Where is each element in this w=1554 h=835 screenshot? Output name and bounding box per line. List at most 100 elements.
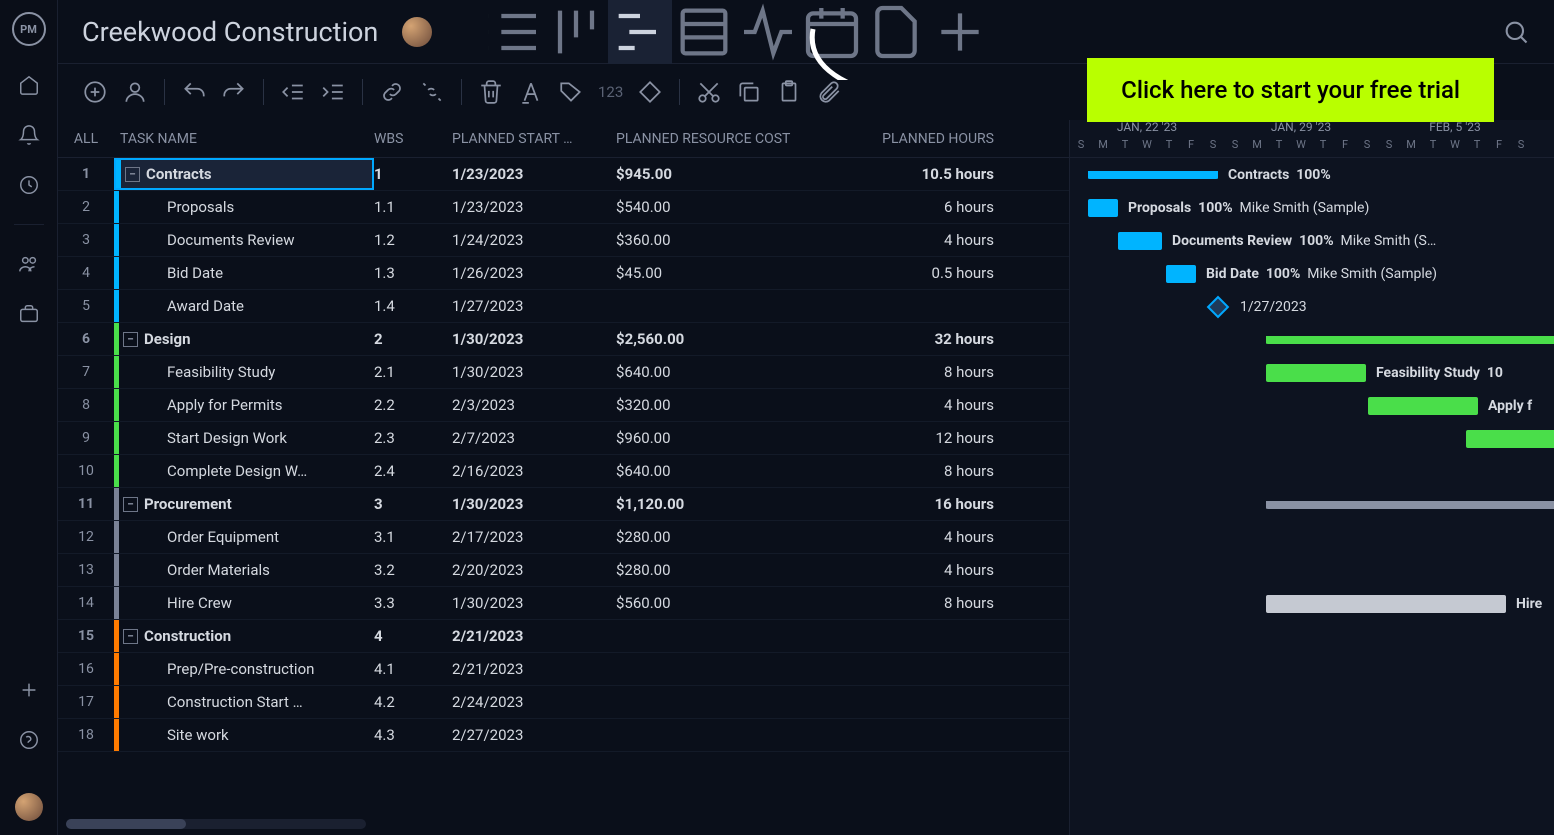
home-icon[interactable] — [18, 74, 40, 96]
view-gantt-icon[interactable] — [608, 0, 672, 64]
gantt-row[interactable] — [1070, 455, 1554, 488]
task-name: Design — [144, 330, 191, 348]
redo-icon[interactable] — [221, 79, 247, 105]
milestone-icon[interactable] — [1207, 295, 1230, 318]
collapse-icon[interactable]: − — [125, 167, 140, 182]
gantt-row[interactable]: 1/27/2023 — [1070, 290, 1554, 323]
user-avatar[interactable] — [15, 793, 43, 821]
gantt-row[interactable] — [1070, 719, 1554, 752]
people-icon[interactable] — [18, 253, 40, 275]
gantt-row[interactable]: Apply f — [1070, 389, 1554, 422]
gantt-row[interactable] — [1070, 422, 1554, 455]
horizontal-scrollbar[interactable] — [66, 819, 366, 829]
gantt-bar[interactable] — [1166, 265, 1196, 283]
table-row[interactable]: 4 Bid Date 1.3 1/26/2023 $45.00 0.5 hour… — [58, 257, 1069, 290]
col-hours[interactable]: PLANNED HOURS — [852, 131, 1012, 147]
logo[interactable]: PM — [12, 12, 46, 46]
table-row[interactable]: 3 Documents Review 1.2 1/24/2023 $360.00… — [58, 224, 1069, 257]
gantt-row[interactable] — [1070, 488, 1554, 521]
gantt-bar[interactable] — [1368, 397, 1478, 415]
view-activity-icon[interactable] — [736, 0, 800, 64]
gantt-row[interactable]: Feasibility Study 10 — [1070, 356, 1554, 389]
add-circle-icon[interactable] — [82, 79, 108, 105]
table-row[interactable]: 10 Complete Design W… 2.4 2/16/2023 $640… — [58, 455, 1069, 488]
collapse-icon[interactable]: − — [123, 497, 138, 512]
task-grid: ALL TASK NAME WBS PLANNED START … PLANNE… — [58, 120, 1070, 835]
help-icon[interactable] — [18, 729, 40, 751]
briefcase-icon[interactable] — [18, 303, 40, 325]
table-row[interactable]: 15 − Construction 4 2/21/2023 — [58, 620, 1069, 653]
table-row[interactable]: 12 Order Equipment 3.1 2/17/2023 $280.00… — [58, 521, 1069, 554]
gantt-bar[interactable] — [1118, 232, 1162, 250]
gantt-row[interactable]: Contracts 100% — [1070, 158, 1554, 191]
table-row[interactable]: 11 − Procurement 3 1/30/2023 $1,120.00 1… — [58, 488, 1069, 521]
gantt-row[interactable]: Documents Review 100% Mike Smith (S… — [1070, 224, 1554, 257]
day-label: W — [1444, 138, 1466, 157]
table-row[interactable]: 8 Apply for Permits 2.2 2/3/2023 $320.00… — [58, 389, 1069, 422]
collapse-icon[interactable]: − — [123, 332, 138, 347]
unlink-icon[interactable] — [419, 79, 445, 105]
gantt-row[interactable]: Proposals 100% Mike Smith (Sample) — [1070, 191, 1554, 224]
gantt-row[interactable] — [1070, 653, 1554, 686]
project-avatar[interactable] — [402, 17, 432, 47]
col-wbs[interactable]: WBS — [374, 131, 452, 147]
table-row[interactable]: 7 Feasibility Study 2.1 1/30/2023 $640.0… — [58, 356, 1069, 389]
gantt-row[interactable]: Hire — [1070, 587, 1554, 620]
table-row[interactable]: 14 Hire Crew 3.3 1/30/2023 $560.00 8 hou… — [58, 587, 1069, 620]
table-row[interactable]: 6 − Design 2 1/30/2023 $2,560.00 32 hour… — [58, 323, 1069, 356]
bell-icon[interactable] — [18, 124, 40, 146]
table-row[interactable]: 13 Order Materials 3.2 2/20/2023 $280.00… — [58, 554, 1069, 587]
gantt-chart: JAN, 22 '23JAN, 29 '23FEB, 5 '23 SMTWTFS… — [1070, 120, 1554, 835]
gantt-row[interactable] — [1070, 521, 1554, 554]
undo-icon[interactable] — [181, 79, 207, 105]
table-row[interactable]: 16 Prep/Pre-construction 4.1 2/21/2023 — [58, 653, 1069, 686]
cut-icon[interactable] — [696, 79, 722, 105]
paste-icon[interactable] — [776, 79, 802, 105]
number-format[interactable]: 123 — [598, 83, 623, 101]
task-name: Hire Crew — [119, 594, 232, 612]
gantt-bar[interactable] — [1088, 199, 1118, 217]
col-name[interactable]: TASK NAME — [114, 131, 374, 147]
table-row[interactable]: 18 Site work 4.3 2/27/2023 — [58, 719, 1069, 752]
tag-icon[interactable] — [558, 79, 584, 105]
gantt-label: Documents Review 100% Mike Smith (S… — [1172, 233, 1436, 249]
view-board-icon[interactable] — [544, 0, 608, 64]
clock-icon[interactable] — [18, 174, 40, 196]
outdent-icon[interactable] — [280, 79, 306, 105]
gantt-row[interactable]: Bid Date 100% Mike Smith (Sample) — [1070, 257, 1554, 290]
task-name: Documents Review — [119, 231, 295, 249]
gantt-row[interactable] — [1070, 323, 1554, 356]
plus-icon[interactable] — [18, 679, 40, 701]
gantt-bar[interactable] — [1266, 364, 1366, 382]
cta-button[interactable]: Click here to start your free trial — [1087, 58, 1494, 122]
collapse-icon[interactable]: − — [123, 629, 138, 644]
view-list-icon[interactable] — [480, 0, 544, 64]
gantt-label: Bid Date 100% Mike Smith (Sample) — [1206, 266, 1437, 282]
gantt-row[interactable] — [1070, 620, 1554, 653]
copy-icon[interactable] — [736, 79, 762, 105]
table-row[interactable]: 17 Construction Start … 4.2 2/24/2023 — [58, 686, 1069, 719]
gantt-bar[interactable] — [1266, 595, 1506, 613]
gantt-bar[interactable] — [1466, 430, 1554, 448]
text-icon[interactable] — [518, 79, 544, 105]
col-start[interactable]: PLANNED START … — [452, 131, 616, 147]
divider — [14, 224, 44, 225]
table-row[interactable]: 1 − Contracts 1 1/23/2023 $945.00 10.5 h… — [58, 158, 1069, 191]
trash-icon[interactable] — [478, 79, 504, 105]
diamond-icon[interactable] — [637, 79, 663, 105]
person-icon[interactable] — [122, 79, 148, 105]
link-icon[interactable] — [379, 79, 405, 105]
gantt-bar[interactable] — [1266, 501, 1554, 509]
gantt-bar[interactable] — [1088, 171, 1218, 179]
view-sheet-icon[interactable] — [672, 0, 736, 64]
gantt-bar[interactable] — [1266, 336, 1554, 344]
table-row[interactable]: 9 Start Design Work 2.3 2/7/2023 $960.00… — [58, 422, 1069, 455]
col-cost[interactable]: PLANNED RESOURCE COST — [616, 131, 852, 147]
gantt-row[interactable] — [1070, 686, 1554, 719]
table-row[interactable]: 2 Proposals 1.1 1/23/2023 $540.00 6 hour… — [58, 191, 1069, 224]
gantt-row[interactable] — [1070, 554, 1554, 587]
attachment-icon[interactable] — [816, 79, 842, 105]
indent-icon[interactable] — [320, 79, 346, 105]
table-row[interactable]: 5 Award Date 1.4 1/27/2023 — [58, 290, 1069, 323]
col-all[interactable]: ALL — [58, 131, 114, 147]
